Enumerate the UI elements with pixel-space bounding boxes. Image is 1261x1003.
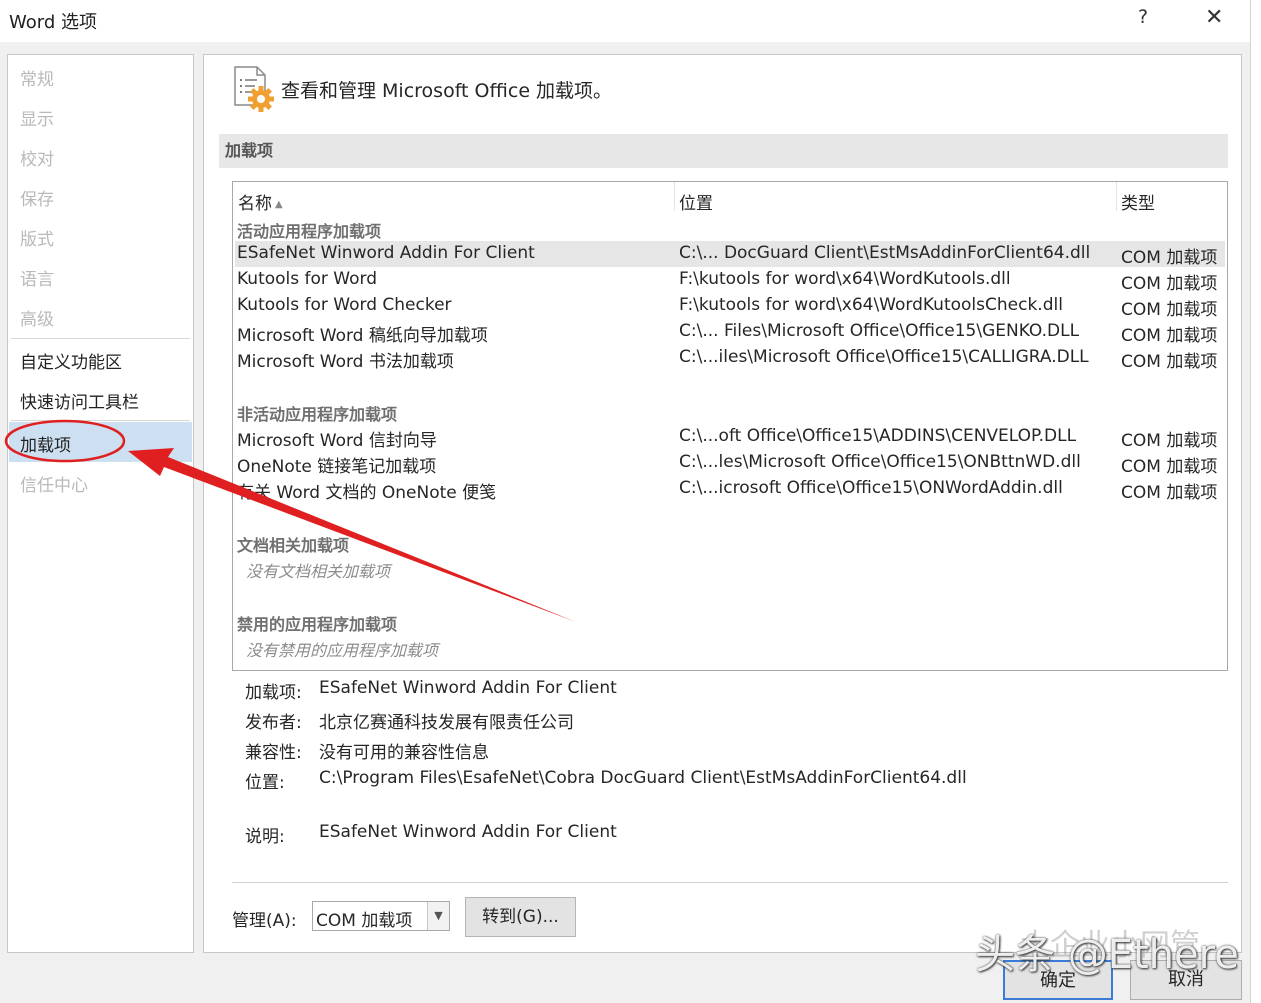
cell-name: Kutools for Word Checker <box>237 295 452 315</box>
sidebar-item-quick-access-toolbar[interactable]: 快速访问工具栏 <box>20 388 139 413</box>
detail-publisher-value: 北京亿赛通科技发展有限责任公司 <box>319 713 574 733</box>
sort-ascending-icon: ▲ <box>275 199 283 210</box>
addins-gear-icon <box>234 66 274 112</box>
window-edge <box>1250 0 1261 1003</box>
sidebar-item-advanced[interactable]: 高级 <box>20 305 54 330</box>
group-header-inactive: 非活动应用程序加载项 <box>237 405 398 424</box>
addins-list: 名称 ▲ 位置 类型 活动应用程序加载项 ESafeNet Winword Add… <box>232 181 1228 671</box>
manage-dropdown[interactable]: COM 加载项 ▼ <box>312 901 450 931</box>
sidebar-item-layout[interactable]: 版式 <box>20 225 54 250</box>
cell-name: Kutools for Word <box>237 269 378 289</box>
table-row[interactable]: Kutools for Word Checker F:\kutools for … <box>235 293 1225 320</box>
sidebar-item-proofing[interactable]: 校对 <box>20 145 54 170</box>
cell-location: C:\... Files\Microsoft Office\Office15\G… <box>679 321 1080 341</box>
table-row[interactable]: Kutools for Word F:\kutools for word\x64… <box>235 267 1225 294</box>
empty-note-document: 没有文档相关加载项 <box>246 562 391 581</box>
go-button[interactable]: 转到(G)... <box>465 897 576 937</box>
cell-type: COM 加载项 <box>1121 431 1218 451</box>
column-separator[interactable] <box>1116 182 1117 211</box>
help-button[interactable]: ? <box>1138 6 1148 28</box>
column-header-location[interactable]: 位置 <box>679 189 713 215</box>
cell-name: Microsoft Word 书法加载项 <box>237 352 454 372</box>
page-title: 查看和管理 Microsoft Office 加载项。 <box>281 80 613 102</box>
sidebar-divider <box>11 420 190 421</box>
group-header-document: 文档相关加载项 <box>237 536 350 555</box>
cell-location: C:\...iles\Microsoft Office\Office15\CAL… <box>679 347 1089 367</box>
group-header-active: 活动应用程序加载项 <box>237 222 382 241</box>
cell-type: COM 加载项 <box>1121 300 1218 320</box>
divider <box>232 882 1228 883</box>
sidebar-divider <box>11 338 190 339</box>
cell-location: C:\...les\Microsoft Office\Office15\ONBt… <box>679 452 1081 472</box>
cell-name: ESafeNet Winword Addin For Client <box>237 243 535 263</box>
sidebar-item-general[interactable]: 常规 <box>20 65 54 90</box>
detail-addin-value: ESafeNet Winword Addin For Client <box>319 678 617 698</box>
addins-panel: 查看和管理 Microsoft Office 加载项。 加载项 名称 ▲ 位置 类… <box>203 54 1242 953</box>
cell-name: 有关 Word 文档的 OneNote 便笺 <box>237 483 497 503</box>
detail-compat-label: 兼容性: <box>245 743 302 763</box>
cell-location: F:\kutools for word\x64\WordKutools.dll <box>679 269 1011 289</box>
column-header-name[interactable]: 名称 ▲ <box>238 189 283 215</box>
sidebar-item-language[interactable]: 语言 <box>20 265 54 290</box>
detail-addin-label: 加载项: <box>245 683 302 703</box>
table-row[interactable]: Microsoft Word 书法加载项 C:\...iles\Microsof… <box>235 345 1225 372</box>
cell-location: C:\...oft Office\Office15\ADDINS\CENVELO… <box>679 426 1077 446</box>
options-sidebar: 常规 显示 校对 保存 版式 语言 高级 自定义功能区 快速访问工具栏 加载项 … <box>7 54 194 953</box>
table-row[interactable]: Microsoft Word 稿纸向导加载项 C:\... Files\Micr… <box>235 319 1225 346</box>
sidebar-item-display[interactable]: 显示 <box>20 105 54 130</box>
table-row[interactable]: Microsoft Word 信封向导 C:\...oft Office\Off… <box>235 424 1225 451</box>
empty-note-disabled: 没有禁用的应用程序加载项 <box>246 641 439 660</box>
cell-type: COM 加载项 <box>1121 352 1218 372</box>
cell-type: COM 加载项 <box>1121 326 1218 346</box>
window-title: Word 选项 <box>9 12 97 33</box>
cell-name: OneNote 链接笔记加载项 <box>237 457 437 477</box>
group-header-disabled: 禁用的应用程序加载项 <box>237 615 398 634</box>
sidebar-item-addins[interactable]: 加载项 <box>20 431 71 456</box>
manage-label: 管理(A): <box>232 911 297 931</box>
title-bar: Word 选项 ? ✕ <box>0 0 1250 42</box>
sidebar-item-trust-center[interactable]: 信任中心 <box>20 471 88 496</box>
column-header-type[interactable]: 类型 <box>1121 189 1155 215</box>
cell-name: Microsoft Word 信封向导 <box>237 431 437 451</box>
detail-location-value: C:\Program Files\EsafeNet\Cobra DocGuard… <box>319 768 967 788</box>
detail-desc-label: 说明: <box>245 827 285 847</box>
cell-type: COM 加载项 <box>1121 274 1218 294</box>
cell-location: C:\... DocGuard Client\EstMsAddinForClie… <box>679 243 1091 263</box>
column-separator[interactable] <box>674 182 675 211</box>
cell-type: COM 加载项 <box>1121 457 1218 477</box>
cell-type: COM 加载项 <box>1121 483 1218 503</box>
detail-location-label: 位置: <box>245 773 285 793</box>
manage-dropdown-value: COM 加载项 <box>316 911 413 931</box>
table-row[interactable]: OneNote 链接笔记加载项 C:\...les\Microsoft Offi… <box>235 450 1225 477</box>
watermark: 头条 @Ethere <box>975 932 1239 978</box>
cell-name: Microsoft Word 稿纸向导加载项 <box>237 326 488 346</box>
section-header: 加载项 <box>219 134 1228 168</box>
table-row[interactable]: 有关 Word 文档的 OneNote 便笺 C:\...icrosoft Of… <box>235 476 1225 503</box>
detail-compat-value: 没有可用的兼容性信息 <box>319 743 489 763</box>
cell-location: C:\...icrosoft Office\Office15\ONWordAdd… <box>679 478 1063 498</box>
cell-type: COM 加载项 <box>1121 248 1218 268</box>
table-row[interactable]: ESafeNet Winword Addin For Client C:\...… <box>235 241 1225 268</box>
close-button[interactable]: ✕ <box>1205 5 1223 30</box>
cell-location: F:\kutools for word\x64\WordKutoolsCheck… <box>679 295 1063 315</box>
detail-publisher-label: 发布者: <box>245 713 302 733</box>
column-header-name-label: 名称 <box>238 194 272 214</box>
chevron-down-icon[interactable]: ▼ <box>427 902 449 930</box>
detail-desc-value: ESafeNet Winword Addin For Client <box>319 822 617 842</box>
sidebar-item-save[interactable]: 保存 <box>20 185 54 210</box>
sidebar-item-customize-ribbon[interactable]: 自定义功能区 <box>20 348 122 373</box>
